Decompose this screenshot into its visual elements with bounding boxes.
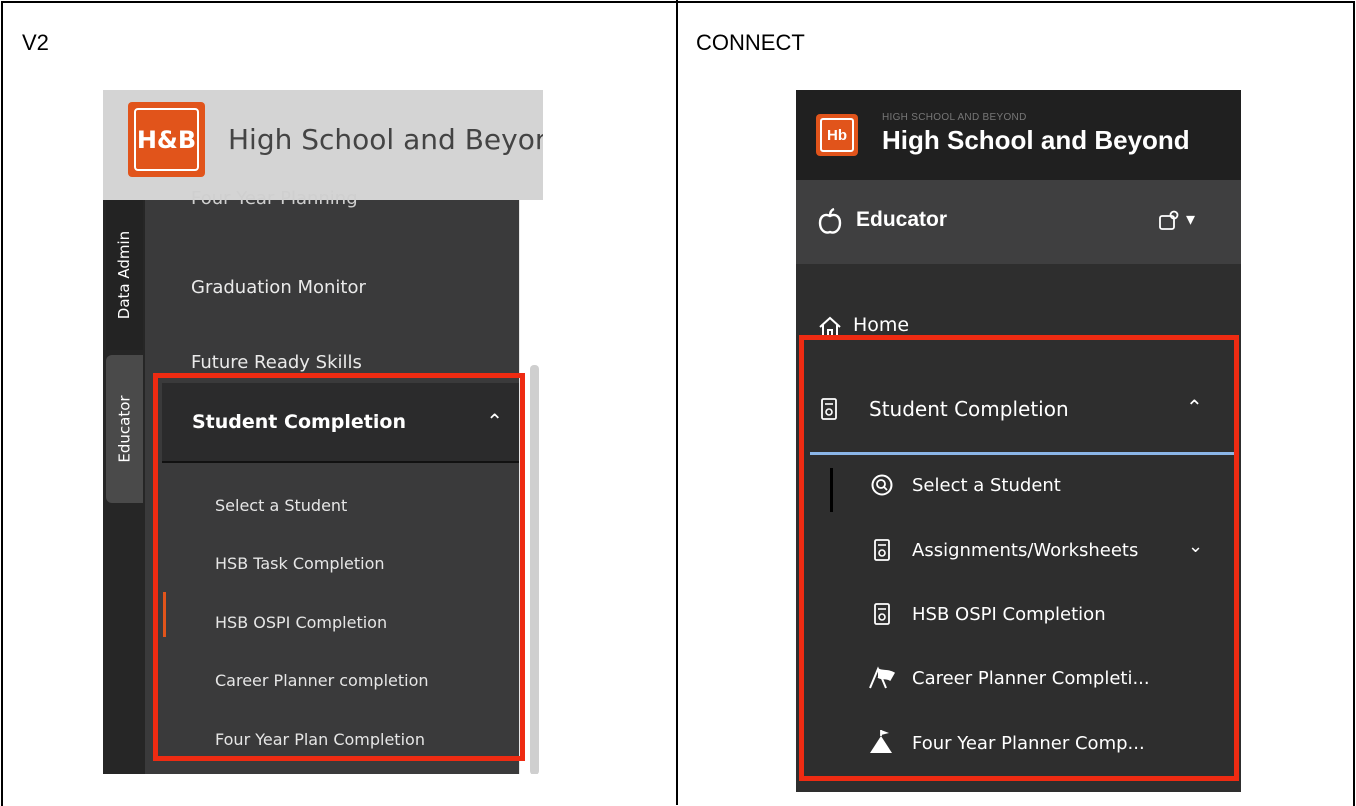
connect-header: Hb HIGH SCHOOL AND BEYOND High School an… bbox=[796, 90, 1241, 180]
tab-data-admin[interactable]: Data Admin bbox=[106, 200, 143, 350]
v2-highlight-box bbox=[153, 373, 525, 761]
menu-item-future-ready-skills[interactable]: Future Ready Skills bbox=[191, 352, 362, 373]
menu-item-graduation-monitor[interactable]: Graduation Monitor bbox=[191, 277, 366, 298]
brand-caption: HIGH SCHOOL AND BEYOND bbox=[882, 112, 1027, 123]
apple-icon bbox=[818, 208, 842, 234]
hb-logo[interactable]: Hb bbox=[816, 114, 858, 156]
connect-highlight-box bbox=[799, 335, 1239, 781]
switch-role-icon[interactable] bbox=[1158, 210, 1180, 232]
connect-column-title: CONNECT bbox=[696, 30, 805, 55]
hb-logo[interactable]: H&B bbox=[128, 102, 205, 177]
scrollbar-thumb[interactable] bbox=[530, 365, 539, 774]
chevron-down-icon[interactable]: ▾ bbox=[1186, 209, 1195, 230]
v2-brand-title: High School and Beyond bbox=[228, 123, 543, 156]
hb-logo-text: H&B bbox=[134, 108, 199, 171]
menu-item-four-year-planning[interactable]: Four Year Planning bbox=[191, 188, 358, 209]
role-selector[interactable]: Educator ▾ bbox=[796, 180, 1241, 264]
v2-column-title: V2 bbox=[22, 30, 49, 55]
hb-logo-text: Hb bbox=[820, 118, 854, 152]
connect-brand-title: High School and Beyond bbox=[882, 125, 1190, 155]
tab-educator-label: Educator bbox=[115, 395, 134, 463]
v2-header: H&B High School and Beyond bbox=[103, 90, 543, 200]
v2-side-tabs: Data Admin Educator bbox=[103, 200, 145, 774]
column-divider bbox=[676, 0, 678, 805]
role-label: Educator bbox=[856, 208, 948, 231]
tab-educator[interactable]: Educator bbox=[106, 355, 143, 503]
tab-data-admin-label: Data Admin bbox=[115, 230, 134, 320]
nav-home[interactable]: Home bbox=[853, 314, 909, 336]
